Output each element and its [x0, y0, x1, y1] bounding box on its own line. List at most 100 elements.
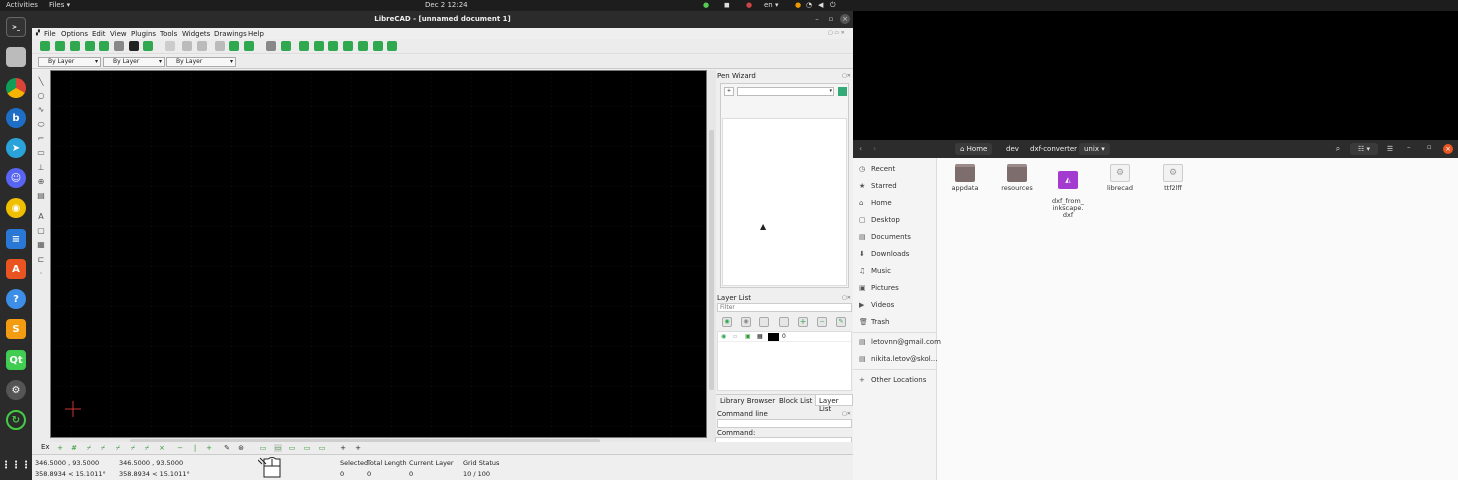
grid-icon[interactable] [266, 41, 276, 51]
block-tool-icon[interactable]: ⊏ [36, 255, 46, 265]
hide-all-icon[interactable]: ◉ [741, 317, 751, 327]
new-template-icon[interactable] [55, 41, 65, 51]
sidebar-item-videos[interactable]: ▶ Videos [859, 301, 894, 309]
exclusive-snap-label[interactable]: Ex [41, 443, 50, 451]
lock-all-icon[interactable] [779, 317, 789, 327]
rhythmbox-icon[interactable]: ◉ [6, 198, 26, 218]
dock-controls[interactable]: ▢✕ [842, 411, 852, 417]
minimize-icon[interactable]: – [812, 14, 822, 24]
view-print-icon[interactable]: ▭ [303, 444, 311, 452]
construction-icon[interactable]: ▦ [757, 333, 763, 340]
files-app-menu[interactable]: Files ▾ [49, 1, 70, 9]
dev-breadcrumb[interactable]: dev [1001, 143, 1024, 155]
color-list[interactable] [722, 118, 847, 286]
writer-icon[interactable]: ≡ [6, 229, 26, 249]
paste-icon[interactable] [197, 41, 207, 51]
block-icon[interactable] [215, 41, 225, 51]
update-icon[interactable]: ↻ [6, 410, 26, 430]
file-item-resources[interactable]: resources [997, 164, 1037, 192]
sidebar-item-other-locations[interactable]: + Other Locations [859, 376, 926, 384]
sidebar-item-starred[interactable]: ★ Starred [859, 182, 897, 190]
export-icon[interactable] [143, 41, 153, 51]
terminal-icon[interactable]: >_ [6, 17, 26, 37]
sidebar-item-account-2[interactable]: ▤ nikita.letov@skol... [859, 355, 937, 363]
add-layer-icon[interactable]: + [798, 317, 808, 327]
settings-icon[interactable]: ⚙ [6, 380, 26, 400]
menu-view[interactable]: View [110, 30, 127, 38]
telegram-icon[interactable]: ➤ [6, 138, 26, 158]
snap-free-icon[interactable]: + [56, 444, 64, 452]
unlock-all-icon[interactable] [759, 317, 769, 327]
point-tool-icon[interactable]: · [36, 269, 46, 279]
search-icon[interactable]: ⌕ [1331, 143, 1345, 155]
file-item-librecad[interactable]: ⚙ librecad [1100, 164, 1140, 192]
mdi-controls[interactable]: ▢ ▭ ✕ [828, 30, 845, 36]
sidebar-item-downloads[interactable]: ⬇ Downloads [859, 250, 909, 258]
vertical-scrollbar[interactable] [707, 70, 716, 442]
snap-middle-icon[interactable]: ⌿ [129, 444, 137, 452]
software-icon[interactable]: A [6, 259, 26, 279]
snap-endpoint-icon[interactable]: ⌿ [85, 444, 93, 452]
restrict-horizontal-icon[interactable]: − [176, 444, 184, 452]
menu-plugins[interactable]: Plugins [131, 30, 156, 38]
drawing-canvas[interactable] [50, 70, 707, 438]
menu-widgets[interactable]: Widgets [182, 30, 210, 38]
power-icon[interactable]: ⏻ [830, 1, 836, 10]
discord-icon[interactable]: ☺ [6, 168, 26, 188]
zoom-auto-icon[interactable] [343, 41, 353, 51]
view-options-icon[interactable]: ☷ ▾ [1350, 143, 1378, 155]
sidebar-item-music[interactable]: ♫ Music [859, 267, 891, 275]
activities-button[interactable]: Activities [6, 1, 38, 9]
save-as-icon[interactable] [99, 41, 109, 51]
zoom-previous-icon[interactable] [358, 41, 368, 51]
sidebar-item-recent[interactable]: ◷ Recent [859, 165, 895, 173]
menu-options[interactable]: Options [61, 30, 88, 38]
layer-color-swatch[interactable] [768, 333, 779, 341]
tray-icon[interactable]: ● [746, 1, 752, 9]
pen-type-select[interactable]: By Layer [166, 57, 236, 67]
show-all-icon[interactable]: ◉ [722, 317, 732, 327]
view-fullscreen-icon[interactable]: ▭ [318, 444, 326, 452]
menu-file[interactable]: File [44, 30, 56, 38]
restrict-vertical-icon[interactable]: | [191, 444, 199, 452]
close-icon[interactable]: × [1443, 144, 1453, 154]
network-icon[interactable]: ◔ [806, 1, 812, 9]
remove-layer-icon[interactable]: − [817, 317, 827, 327]
maximize-icon[interactable]: ▫ [1427, 143, 1432, 151]
sublime-icon[interactable]: S [6, 319, 26, 339]
ellipse-tool-icon[interactable]: ⬭ [36, 120, 46, 130]
file-item-appdata[interactable]: appdata [945, 164, 985, 192]
info-tool-icon[interactable]: ▤ [36, 191, 46, 201]
palette-icon[interactable] [838, 87, 847, 96]
add-point-icon[interactable]: + [339, 444, 347, 452]
unix-breadcrumb[interactable]: unix ▾ [1079, 143, 1110, 155]
layer-filter-input[interactable] [717, 303, 852, 312]
menu-tools[interactable]: Tools [160, 30, 177, 38]
image-tool-icon[interactable]: ▦ [36, 240, 46, 250]
modify-tool-icon[interactable]: ⊕ [36, 177, 46, 187]
dimension-tool-icon[interactable]: ⊥ [36, 163, 46, 173]
zoom-window-icon[interactable] [373, 41, 383, 51]
volume-icon[interactable]: ◀ [818, 1, 823, 9]
language-indicator[interactable]: en ▾ [764, 1, 778, 9]
circle-tool-icon[interactable]: ○ [36, 91, 46, 101]
hatch-tool-icon[interactable]: ▢ [36, 226, 46, 236]
home-breadcrumb[interactable]: ⌂ Home [955, 143, 993, 155]
menu-drawings[interactable]: Drawings [214, 30, 247, 38]
menu-help[interactable]: Help [248, 30, 264, 38]
add-color-button[interactable]: + [724, 87, 734, 96]
show-apps-icon[interactable]: ⋮⋮⋮ [1, 455, 31, 475]
discord-tray-icon[interactable]: ◼ [724, 1, 730, 9]
zoom-out-icon[interactable] [328, 41, 338, 51]
redraw-icon[interactable] [299, 41, 309, 51]
sidebar-item-account-1[interactable]: ▤ letovnn@gmail.com [859, 338, 941, 346]
select-tool-icon[interactable]: ▭ [36, 148, 46, 158]
pen-color-select[interactable]: By Layer [38, 57, 101, 67]
maximize-icon[interactable]: ▫ [826, 14, 836, 24]
snap-intersection-icon[interactable]: × [158, 444, 166, 452]
close-icon[interactable]: × [840, 14, 850, 24]
text-tool-icon[interactable]: A [36, 212, 46, 222]
color-combo[interactable]: ▾ [737, 87, 834, 96]
copy-icon[interactable] [182, 41, 192, 51]
polyline-tool-icon[interactable]: ⌐ [36, 134, 46, 144]
